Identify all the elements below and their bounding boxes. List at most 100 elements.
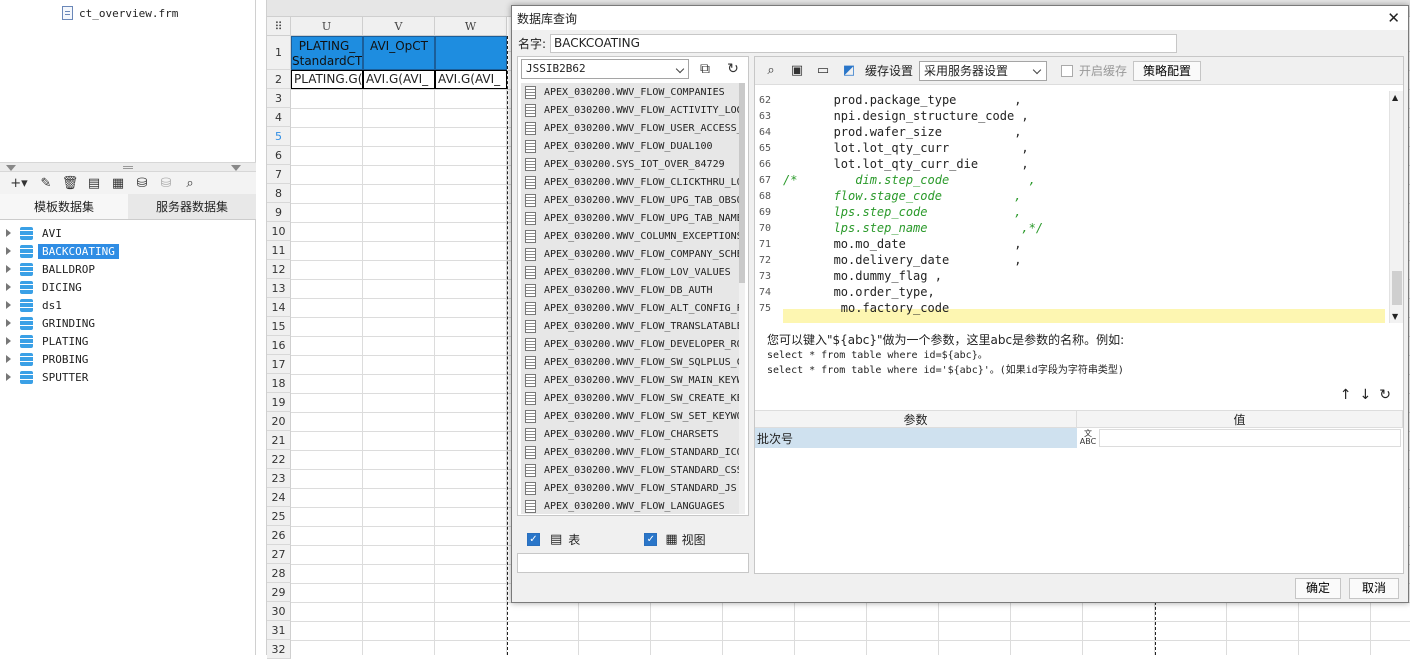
row-header-cell[interactable]: 3	[267, 89, 291, 108]
row-header-cell[interactable]: 17	[267, 355, 291, 374]
code-line[interactable]: /* dim.step_code ,	[783, 173, 1036, 187]
collapse-up-icon[interactable]	[6, 165, 16, 171]
delete-icon[interactable]: 🗑	[60, 174, 80, 192]
strategy-config-button[interactable]: 策略配置	[1133, 60, 1202, 81]
row-header-cell[interactable]: 4	[267, 108, 291, 127]
expand-icon[interactable]	[6, 373, 11, 381]
code-line[interactable]: lot.lot_qty_curr_die ,	[783, 157, 1029, 171]
list-item[interactable]: APEX_030200.WWV_FLOW_COMPANY_SCHE	[521, 245, 743, 263]
row-header-cell[interactable]: 6	[267, 146, 291, 165]
row-header-cell[interactable]: 30	[267, 602, 291, 621]
expand-icon[interactable]	[6, 283, 11, 291]
row-header-cell[interactable]: 29	[267, 583, 291, 602]
move-up-icon[interactable]: ↑	[1340, 387, 1352, 403]
list-item[interactable]: APEX_030200.WWV_FLOW_SW_MAIN_KEYW	[521, 371, 743, 389]
dataset-item-grinding[interactable]: GRINDING	[0, 314, 256, 332]
row-header-cell[interactable]: 11	[267, 241, 291, 260]
file-item[interactable]: ct_overview.frm	[62, 4, 178, 22]
row-header-cell[interactable]: 26	[267, 526, 291, 545]
row-header-cell[interactable]: 28	[267, 564, 291, 583]
row-header-cell[interactable]: 1	[267, 36, 291, 70]
param-value-input[interactable]	[1099, 429, 1401, 447]
list-item[interactable]: APEX_030200.WWV_COLUMN_EXCEPTIONS	[521, 227, 743, 245]
list-item[interactable]: APEX_030200.WWV_FLOW_TRANSLATABLE	[521, 317, 743, 335]
row-header-cell[interactable]: 24	[267, 488, 291, 507]
sql-editor[interactable]: 62 prod.package_type , 63 npi.design_stru…	[755, 91, 1403, 323]
dataset-item-avi[interactable]: AVI	[0, 224, 256, 242]
column-header-v[interactable]: V	[363, 17, 435, 36]
list-item[interactable]: APEX_030200.WWV_FLOW_ALT_CONFIG_P	[521, 299, 743, 317]
code-line[interactable]: mo.mo_date ,	[783, 237, 1022, 251]
row-header-cell[interactable]: 5	[267, 127, 291, 146]
list-item[interactable]: APEX_030200.WWV_FLOW_STANDARD_JS	[521, 479, 743, 497]
tab-template-datasets[interactable]: 模板数据集	[0, 194, 128, 219]
name-input[interactable]: BACKCOATING	[550, 34, 1178, 53]
dataset-item-probing[interactable]: PROBING	[0, 350, 256, 368]
refresh-params-icon[interactable]: ↻	[1379, 387, 1391, 403]
expand-icon[interactable]	[6, 355, 11, 363]
sql-format-icon[interactable]: ▭	[813, 62, 833, 80]
list-item[interactable]: APEX_030200.WWV_FLOW_STANDARD_CSS	[521, 461, 743, 479]
cancel-button[interactable]: 取消	[1349, 578, 1399, 599]
list-item[interactable]: APEX_030200.WWV_FLOW_SW_SQLPLUS_C	[521, 353, 743, 371]
list-item[interactable]: APEX_030200.WWV_FLOW_CHARSETS	[521, 425, 743, 443]
dataset-item-plating[interactable]: PLATING	[0, 332, 256, 350]
dialog-title-bar[interactable]: 数据库查询 ✕	[512, 6, 1408, 30]
cache-select[interactable]: 采用服务器设置	[919, 60, 1048, 81]
preview-sql-icon[interactable]: ⧉	[694, 59, 716, 79]
row-header-cell[interactable]: 19	[267, 393, 291, 412]
row-header-cell[interactable]: 12	[267, 260, 291, 279]
panel-splitter[interactable]	[0, 162, 256, 172]
row-header-cell[interactable]: 18	[267, 374, 291, 393]
list-item[interactable]: APEX_030200.WWV_FLOW_UPG_TAB_NAME	[521, 209, 743, 227]
row-header-cell[interactable]: 9	[267, 203, 291, 222]
list-item[interactable]: APEX_030200.WWV_FLOW_LANGUAGES	[521, 497, 743, 514]
cell-w1[interactable]	[435, 36, 507, 70]
row-header-cell[interactable]: 15	[267, 317, 291, 336]
row-header-cell[interactable]: 8	[267, 184, 291, 203]
save-icon[interactable]: ▣	[787, 62, 807, 80]
list-item[interactable]: APEX_030200.WWV_FLOW_DEVELOPER_RO	[521, 335, 743, 353]
select-all-corner[interactable]: ⠿	[267, 17, 291, 36]
table-row[interactable]: 批次号 文 ABC	[755, 428, 1403, 448]
code-line[interactable]: prod.package_type ,	[783, 93, 1022, 107]
list-item[interactable]: APEX_030200.WWV_FLOW_DB_AUTH	[521, 281, 743, 299]
code-line[interactable]: flow.stage_code ,	[783, 189, 1022, 203]
tab-server-datasets[interactable]: 服务器数据集	[128, 194, 256, 219]
cell-u2[interactable]: PLATING.G(	[291, 70, 363, 89]
list-item[interactable]: APEX_030200.SYS_IOT_OVER_84729	[521, 155, 743, 173]
ok-button[interactable]: 确定	[1295, 578, 1341, 599]
list-item[interactable]: APEX_030200.WWV_FLOW_DUAL100	[521, 137, 743, 155]
row-header-cell[interactable]: 7	[267, 165, 291, 184]
db-disabled-icon[interactable]: ⛁	[156, 174, 176, 192]
row-header-cell[interactable]: 25	[267, 507, 291, 526]
list-item[interactable]: APEX_030200.WWV_FLOW_SW_SET_KEYWO	[521, 407, 743, 425]
move-down-icon[interactable]: ↓	[1360, 387, 1372, 403]
dataset-item-ds1[interactable]: ds1	[0, 296, 256, 314]
code-line[interactable]: prod.wafer_size ,	[783, 125, 1022, 139]
cell-w2[interactable]: AVI.G(AVI_	[435, 70, 507, 89]
row-header-cell[interactable]: 13	[267, 279, 291, 298]
row-header-cell[interactable]: 23	[267, 469, 291, 488]
scroll-down-icon[interactable]: ▼	[1392, 312, 1398, 321]
views-checkbox[interactable]: ✓	[644, 532, 658, 546]
row-header-cell[interactable]: 32	[267, 640, 291, 659]
row-header-cell[interactable]: 10	[267, 222, 291, 241]
code-line[interactable]: npi.design_structure_code ,	[783, 109, 1029, 123]
preview-icon[interactable]: ⌕	[761, 62, 781, 80]
expand-icon[interactable]	[6, 337, 11, 345]
expand-icon[interactable]	[6, 265, 11, 273]
edit-query-icon[interactable]: ▦	[108, 174, 128, 192]
code-line[interactable]: mo.order_type,	[783, 285, 935, 299]
code-line[interactable]: mo.factory_code	[783, 301, 949, 315]
string-type-icon[interactable]: 文 ABC	[1077, 430, 1099, 446]
row-header-cell[interactable]: 14	[267, 298, 291, 317]
row-header-cell[interactable]: 16	[267, 336, 291, 355]
search-icon[interactable]: ⌕	[180, 174, 200, 192]
table-list-scrollbar[interactable]	[739, 83, 745, 514]
datasource-select[interactable]: JSSIB2B62	[521, 59, 689, 79]
row-header-cell[interactable]: 31	[267, 621, 291, 640]
table-search-input[interactable]	[517, 553, 749, 573]
cell-v1[interactable]: AVI_OpCT	[363, 36, 435, 70]
add-dataset-icon[interactable]: +▾	[6, 174, 32, 192]
